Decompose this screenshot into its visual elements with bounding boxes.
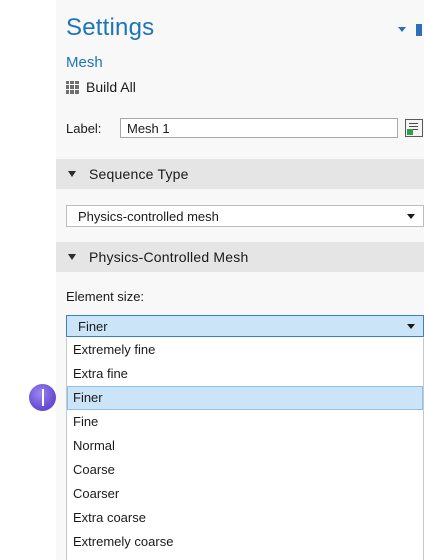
option-label: Finer bbox=[73, 390, 103, 405]
chevron-down-icon bbox=[407, 214, 415, 219]
collapse-triangle-icon bbox=[68, 171, 76, 177]
label-info-icon-line bbox=[409, 126, 418, 127]
label-caption: Label: bbox=[66, 121, 102, 136]
settings-panel: Settings Mesh Build All Label: Sequence … bbox=[56, 0, 424, 560]
cursor-marker bbox=[29, 384, 56, 411]
option-label: Coarse bbox=[73, 462, 115, 477]
element-size-dropdown-list: Extremely fine Extra fine Finer Fine Nor… bbox=[66, 338, 424, 560]
label-row: Label: bbox=[66, 118, 424, 140]
sequence-type-value: Physics-controlled mesh bbox=[78, 209, 219, 224]
node-name: Mesh bbox=[66, 54, 103, 71]
collapse-triangle-icon bbox=[68, 254, 76, 260]
label-info-icon-line bbox=[409, 123, 418, 124]
label-info-icon-corner bbox=[407, 129, 413, 135]
panel-title: Settings bbox=[66, 14, 155, 41]
label-input[interactable] bbox=[120, 118, 398, 138]
dropdown-option[interactable]: Coarse bbox=[67, 458, 423, 482]
build-all-button[interactable]: Build All bbox=[66, 78, 136, 96]
option-label: Coarser bbox=[73, 486, 120, 501]
dropdown-option[interactable]: Extremely fine bbox=[67, 338, 423, 362]
section-header-physics-controlled-mesh[interactable]: Physics-Controlled Mesh bbox=[56, 242, 424, 272]
dropdown-option-selected[interactable]: Finer bbox=[67, 386, 423, 410]
option-label: Extra coarse bbox=[73, 510, 146, 525]
left-gutter bbox=[0, 0, 56, 560]
option-label: Fine bbox=[73, 414, 99, 429]
dropdown-option[interactable]: Normal bbox=[67, 434, 423, 458]
chevron-down-icon bbox=[407, 324, 415, 329]
sequence-type-select[interactable]: Physics-controlled mesh bbox=[66, 205, 424, 227]
section-header-sequence-type[interactable]: Sequence Type bbox=[56, 159, 424, 189]
dropdown-option[interactable]: Extra fine bbox=[67, 362, 423, 386]
build-all-icon bbox=[66, 80, 79, 94]
dropdown-option[interactable]: Fine bbox=[67, 410, 423, 434]
build-all-label: Build All bbox=[86, 79, 136, 95]
dropdown-option[interactable]: Coarser bbox=[67, 482, 423, 506]
panel-header-controls bbox=[396, 24, 424, 40]
section-title: Sequence Type bbox=[89, 166, 189, 182]
text-cursor-icon bbox=[42, 389, 44, 406]
section-title: Physics-Controlled Mesh bbox=[89, 249, 249, 265]
panel-menu-arrow-icon[interactable] bbox=[398, 27, 406, 32]
option-label: Extra fine bbox=[73, 366, 128, 381]
element-size-select[interactable]: Finer bbox=[66, 315, 424, 337]
option-label: Normal bbox=[73, 438, 115, 453]
element-size-value: Finer bbox=[78, 319, 108, 334]
option-label: Extremely fine bbox=[73, 342, 156, 357]
pin-icon[interactable] bbox=[416, 24, 422, 36]
element-size-label: Element size: bbox=[66, 289, 145, 304]
dropdown-option[interactable]: Extra coarse bbox=[67, 506, 423, 530]
dropdown-option[interactable]: Extremely coarse bbox=[67, 530, 423, 554]
option-label: Extremely coarse bbox=[73, 534, 174, 549]
label-info-icon[interactable] bbox=[405, 119, 423, 137]
